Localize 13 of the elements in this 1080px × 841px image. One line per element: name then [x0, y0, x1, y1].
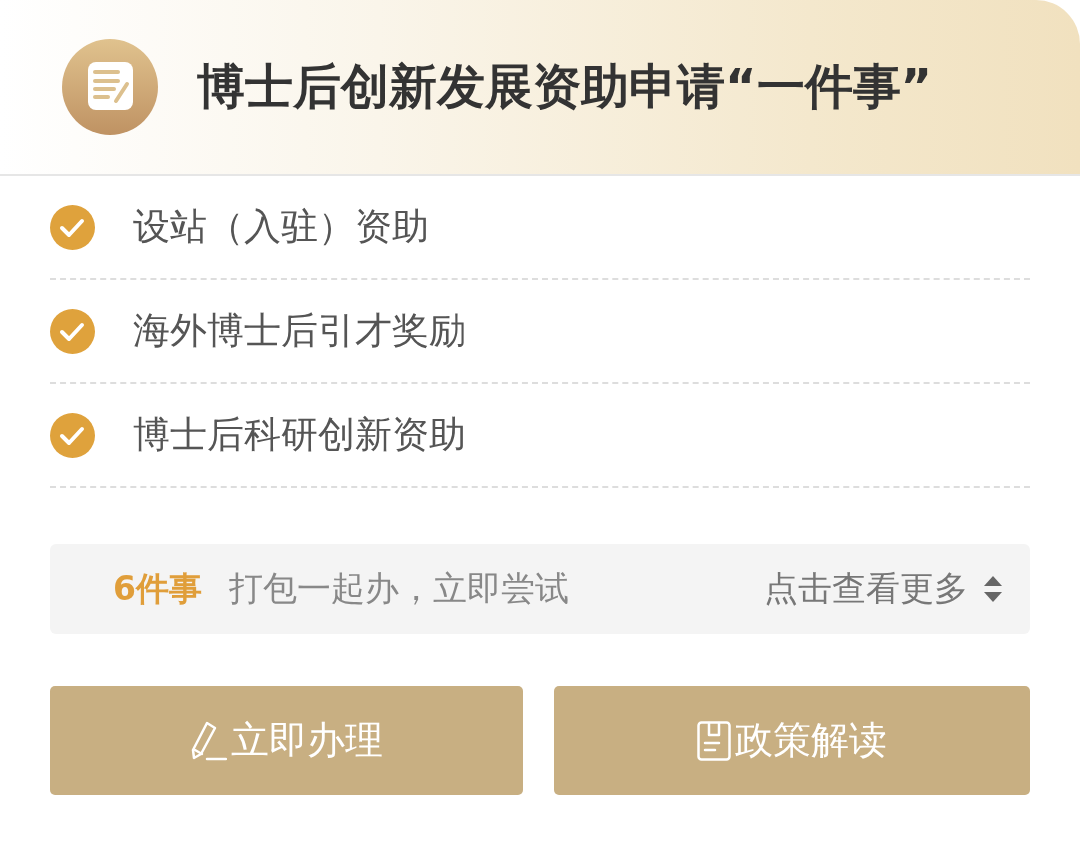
- policy-button[interactable]: 政策解读: [554, 686, 1030, 795]
- sort-icon: [984, 576, 1002, 602]
- item-label: 设站（入驻）资助: [133, 204, 429, 250]
- apply-button[interactable]: 立即办理: [50, 686, 523, 795]
- summary-text: 打包一起办，立即尝试: [228, 567, 569, 610]
- pencil-icon: [190, 720, 227, 761]
- view-more-button[interactable]: 点击查看更多: [764, 566, 1002, 612]
- item-count: 6件事: [113, 567, 202, 610]
- card-title: 博士后创新发展资助申请“一件事”: [197, 58, 933, 116]
- document-icon: [697, 720, 731, 761]
- document-badge-icon: [62, 39, 158, 135]
- item-label: 海外博士后引才奖励: [133, 308, 466, 354]
- item-label: 博士后科研创新资助: [133, 412, 466, 458]
